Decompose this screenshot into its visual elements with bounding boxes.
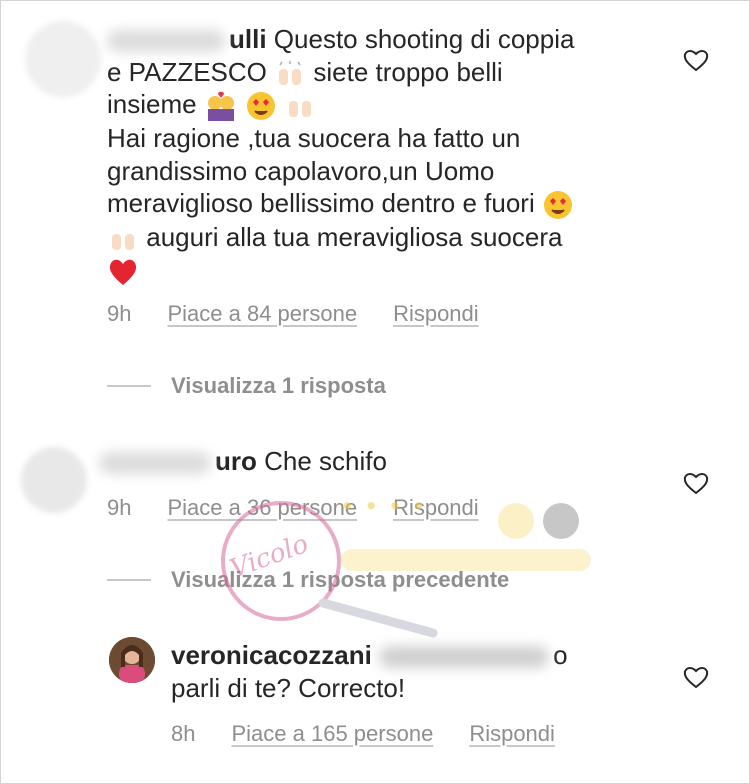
raising-hands-emoji xyxy=(112,234,134,251)
heart-eyes-emoji xyxy=(543,191,572,220)
likes-link[interactable]: Piace a 165 persone xyxy=(231,721,433,747)
comment-meta: 9h Piace a 36 persone Rispondi xyxy=(107,495,479,521)
heart-icon[interactable] xyxy=(683,665,709,689)
view-replies-label: Visualizza 1 risposta precedente xyxy=(171,567,510,592)
comment-text-line: parli di te? Correcto! xyxy=(171,672,406,703)
comment-body: uro Che schifo xyxy=(99,445,659,478)
view-replies-button[interactable]: Visualizza 1 risposta xyxy=(107,373,386,399)
comment-text-line: meraviglioso bellissimo dentro e fuori xyxy=(107,188,535,219)
avatar[interactable] xyxy=(25,21,101,97)
mention-link[interactable]: o xyxy=(379,640,568,670)
comment-text-line: Hai ragione ,tua suocera ha fatto un xyxy=(107,123,521,154)
divider-line xyxy=(107,385,151,387)
comment-username[interactable]: veronicacozzani xyxy=(171,640,372,670)
heart-icon[interactable] xyxy=(683,471,709,495)
comment-text-line: Questo shooting di coppia xyxy=(273,24,575,54)
comment-time: 9h xyxy=(107,495,132,520)
comment-text-line: Che schifo xyxy=(264,446,387,476)
red-heart-emoji xyxy=(109,259,137,285)
avatar[interactable] xyxy=(109,637,155,683)
view-previous-replies-button[interactable]: Visualizza 1 risposta precedente xyxy=(107,567,509,593)
reply-button[interactable]: Rispondi xyxy=(393,301,479,327)
comment-meta: 8h Piace a 165 persone Rispondi xyxy=(171,721,555,747)
comment-text-line: e PAZZESCO xyxy=(107,56,267,87)
comment-text-line: insieme xyxy=(107,89,197,119)
comment-body: veronicacozzani o parli di te? Correcto! xyxy=(171,639,631,704)
comment-text-line: siete troppo belli xyxy=(313,56,503,87)
raising-hands-emoji xyxy=(279,60,302,85)
comment-body: ulli Questo shooting di coppia e PAZZESC… xyxy=(107,23,647,287)
divider-line xyxy=(107,579,151,581)
comment-time: 8h xyxy=(171,721,196,746)
comment-username[interactable]: uro xyxy=(99,446,257,476)
reply-button[interactable]: Rispondi xyxy=(469,721,555,747)
avatar-image xyxy=(109,637,155,683)
comment-meta: 9h Piace a 84 persone Rispondi xyxy=(107,301,479,327)
couple-emoji xyxy=(207,91,234,122)
likes-link[interactable]: Piace a 36 persone xyxy=(167,495,357,521)
comment-thread: ulli Questo shooting di coppia e PAZZESC… xyxy=(0,0,750,784)
avatar[interactable] xyxy=(21,447,87,513)
raising-hands-emoji xyxy=(289,101,312,118)
comment-time: 9h xyxy=(107,301,132,326)
view-replies-label: Visualizza 1 risposta xyxy=(171,373,386,398)
comment-text-line: auguri alla tua meravigliosa suocera xyxy=(146,222,563,253)
comment-username[interactable]: ulli xyxy=(107,24,267,54)
heart-icon[interactable] xyxy=(683,48,709,72)
heart-eyes-emoji xyxy=(247,92,276,121)
comment-text-line: grandissimo capolavoro,un Uomo xyxy=(107,155,495,186)
reply-button[interactable]: Rispondi xyxy=(393,495,479,521)
likes-link[interactable]: Piace a 84 persone xyxy=(167,301,357,327)
